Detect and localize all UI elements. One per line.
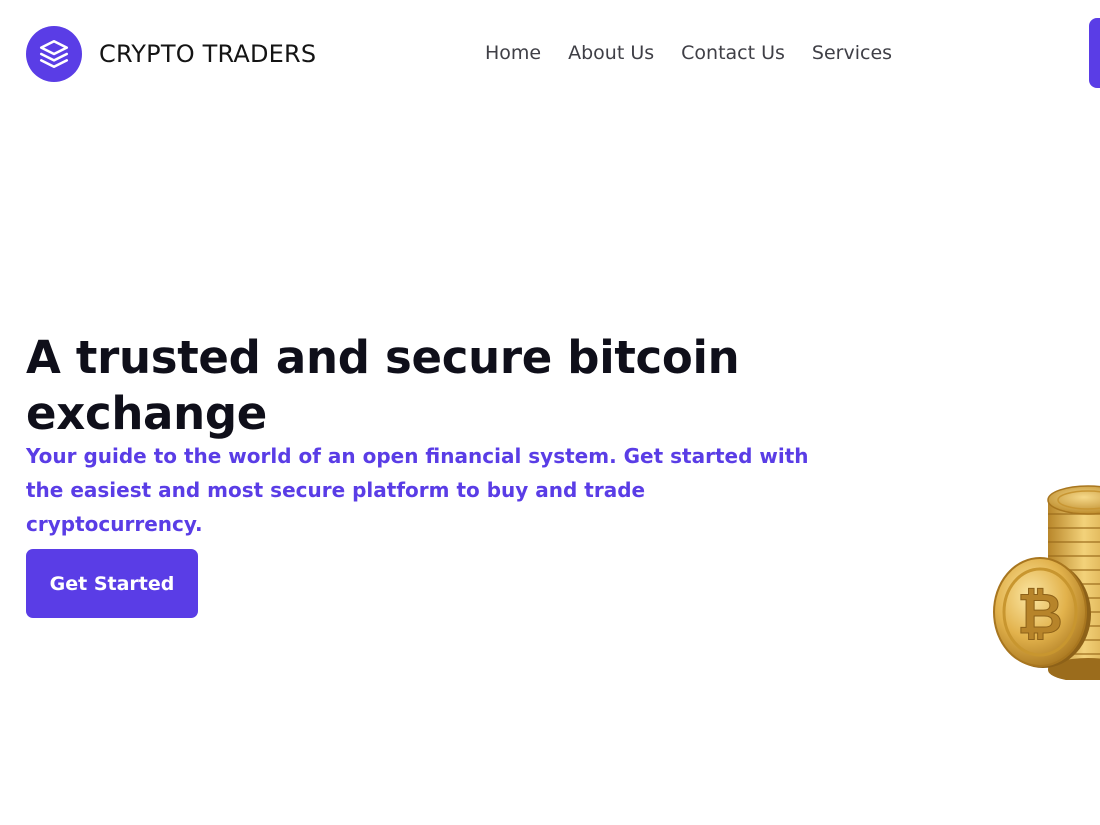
layers-stack-icon (26, 26, 82, 82)
nav-item-about-us[interactable]: About Us (568, 42, 654, 64)
header-cta-button[interactable] (1089, 18, 1100, 88)
nav-item-home[interactable]: Home (485, 42, 541, 64)
nav-item-services[interactable]: Services (812, 42, 892, 64)
svg-text:₿: ₿ (1017, 582, 1063, 647)
nav-item-contact-us[interactable]: Contact Us (681, 42, 785, 64)
site-header: CRYPTO TRADERS Home About Us Contact Us … (0, 0, 1100, 110)
main-nav: Home About Us Contact Us Services (485, 42, 892, 64)
brand[interactable]: CRYPTO TRADERS (26, 26, 316, 82)
landing-page: CRYPTO TRADERS Home About Us Contact Us … (0, 0, 1100, 825)
hero-title: A trusted and secure bitcoin exchange (26, 331, 740, 440)
hero-subtitle: Your guide to the world of an open finan… (26, 444, 809, 536)
get-started-button[interactable]: Get Started (26, 549, 198, 618)
bitcoin-coins-icon: ₿ (990, 470, 1100, 680)
brand-name: CRYPTO TRADERS (99, 40, 317, 68)
